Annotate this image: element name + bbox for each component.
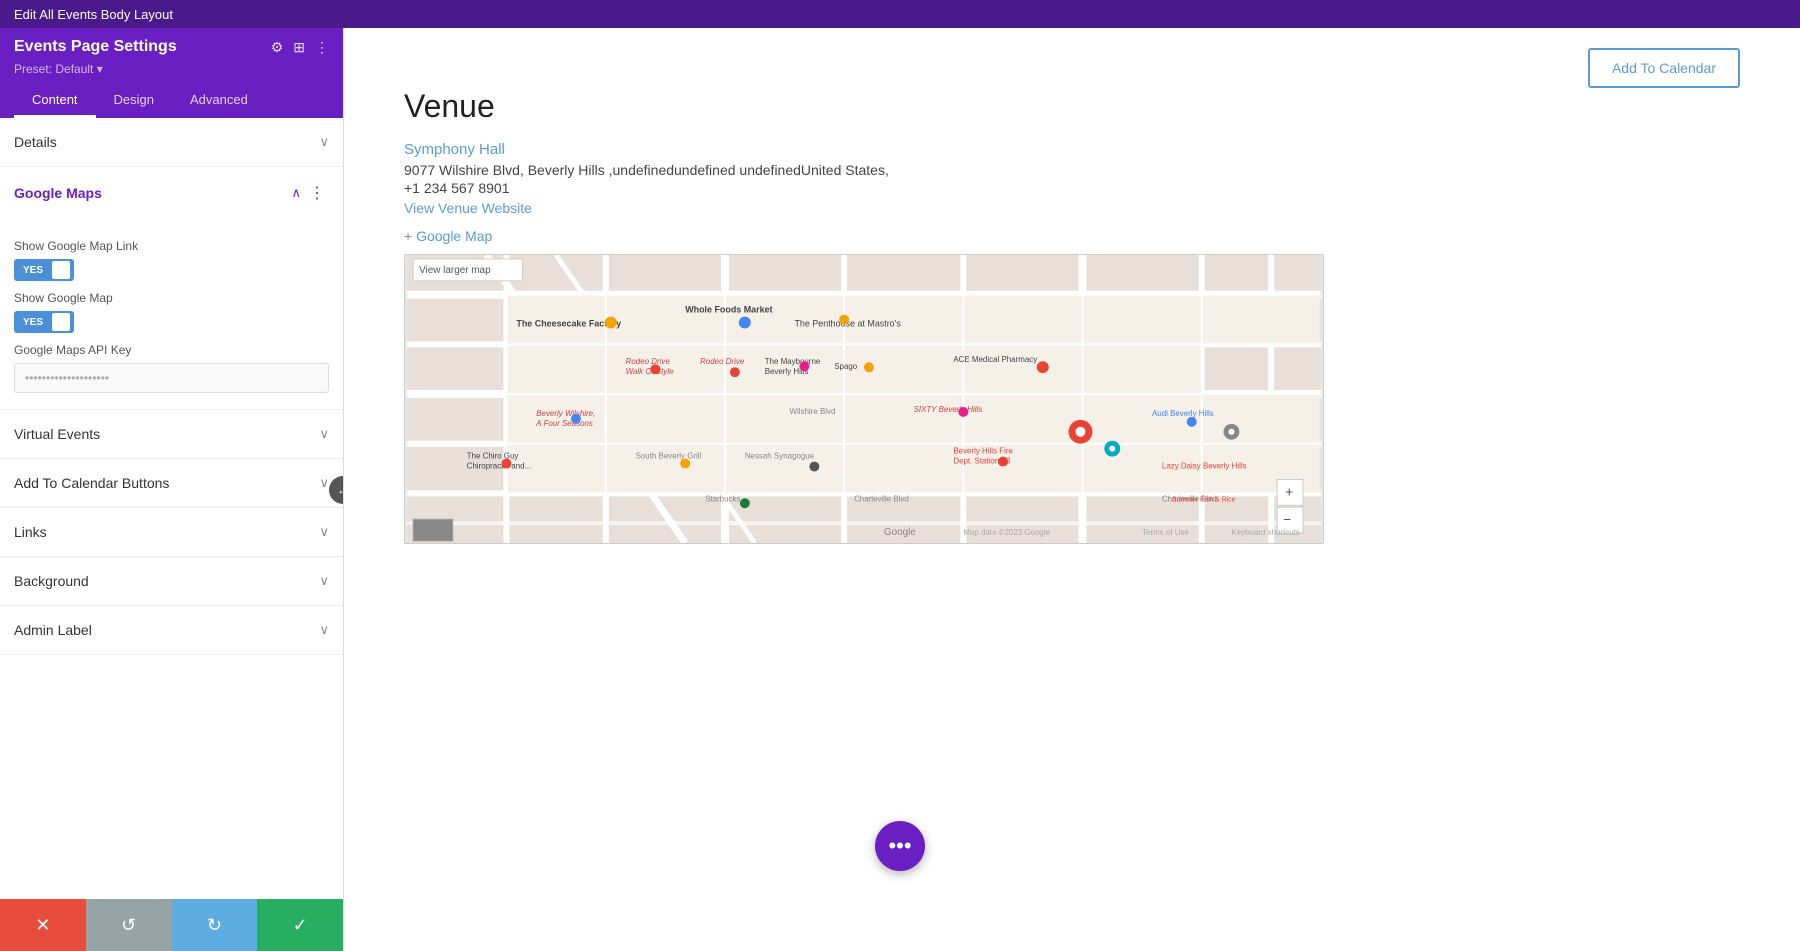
show-map-link-toggle-knob [52, 261, 70, 279]
sidebar-title: Events Page Settings [14, 38, 177, 56]
show-map-label: Show Google Map [14, 291, 329, 305]
main-content: Add To Calendar Venue Symphony Hall 9077… [344, 28, 1800, 951]
svg-text:Rodeo Drive: Rodeo Drive [626, 357, 671, 366]
sidebar-bottom-bar: ✕ ↺ ↻ ✓ [0, 899, 343, 951]
svg-text:+: + [1285, 483, 1293, 499]
show-map-toggle-knob [52, 313, 70, 331]
svg-text:Keyboard shortcuts: Keyboard shortcuts [1231, 528, 1299, 537]
svg-text:ACE Medical Pharmacy: ACE Medical Pharmacy [953, 355, 1037, 364]
venue-section-title: Venue [404, 88, 1740, 125]
google-maps-more-icon[interactable]: ⋮ [309, 183, 325, 203]
svg-text:Map data ©2023 Google: Map data ©2023 Google [963, 528, 1050, 537]
show-map-toggle[interactable]: YES [14, 311, 74, 333]
venue-section: Venue Symphony Hall 9077 Wilshire Blvd, … [404, 28, 1740, 544]
google-map-link[interactable]: + Google Map [404, 228, 1740, 244]
venue-website-link[interactable]: View Venue Website [404, 200, 1740, 216]
show-map-toggle-row: YES [14, 311, 329, 333]
svg-text:Wilshire Blvd: Wilshire Blvd [790, 407, 836, 416]
section-details[interactable]: Details ∨ [0, 118, 343, 167]
tab-design[interactable]: Design [96, 84, 172, 118]
google-map: View larger map The Cheesecake Factory W… [404, 254, 1324, 544]
svg-text:A Four Seasons: A Four Seasons [535, 419, 593, 428]
tab-content[interactable]: Content [14, 84, 96, 118]
section-admin-label[interactable]: Admin Label ∨ [0, 606, 343, 655]
svg-text:Lazy Daisy Beverly Hills: Lazy Daisy Beverly Hills [1162, 462, 1247, 471]
section-virtual-events-label: Virtual Events [14, 426, 100, 442]
svg-text:The Chiro Guy: The Chiro Guy [467, 452, 519, 461]
svg-text:Google: Google [884, 527, 916, 538]
google-maps-content: Show Google Map Link YES Show Google Map… [0, 219, 343, 410]
cancel-button[interactable]: ✕ [0, 899, 86, 951]
svg-text:Audi Beverly Hills: Audi Beverly Hills [1152, 409, 1214, 418]
svg-text:Rodeo Drive: Rodeo Drive [700, 357, 745, 366]
svg-text:South Beverly Grill: South Beverly Grill [636, 452, 702, 461]
show-map-link-toggle-yes: YES [18, 262, 48, 279]
svg-text:Whole Foods Market: Whole Foods Market [685, 305, 772, 315]
section-add-to-calendar-label: Add To Calendar Buttons [14, 475, 169, 491]
svg-text:The Maybourne: The Maybourne [765, 357, 821, 366]
chevron-virtual-events-icon: ∨ [319, 426, 329, 442]
svg-text:Starbucks: Starbucks [705, 494, 740, 503]
venue-name-link[interactable]: Symphony Hall [404, 141, 1740, 158]
venue-phone: +1 234 567 8901 [404, 180, 1740, 196]
section-google-maps-header[interactable]: Google Maps ∧ ⋮ [0, 167, 343, 219]
top-bar-title: Edit All Events Body Layout [14, 7, 173, 22]
section-add-to-calendar[interactable]: Add To Calendar Buttons ∨ [0, 459, 343, 508]
settings-icon[interactable]: ⚙ [271, 39, 284, 56]
sidebar-preset[interactable]: Preset: Default ▾ [14, 62, 329, 76]
svg-text:SIXTY Beverly Hills: SIXTY Beverly Hills [914, 405, 983, 414]
show-map-link-toggle[interactable]: YES [14, 259, 74, 281]
chevron-add-to-calendar-icon: ∨ [319, 475, 329, 491]
section-virtual-events[interactable]: Virtual Events ∨ [0, 410, 343, 459]
svg-text:View larger map: View larger map [419, 265, 491, 276]
more-icon[interactable]: ⋮ [315, 39, 329, 56]
sidebar-header: Events Page Settings ⚙ ⊞ ⋮ Preset: Defau… [0, 28, 343, 118]
section-background-label: Background [14, 573, 89, 589]
section-links[interactable]: Links ∨ [0, 508, 343, 557]
fab-button[interactable]: ••• [875, 821, 925, 871]
redo-button[interactable]: ↻ [172, 899, 258, 951]
sidebar-body: Details ∨ Google Maps ∧ ⋮ Show Google Ma… [0, 118, 343, 899]
top-bar: Edit All Events Body Layout [0, 0, 1800, 28]
sidebar-tabs: Content Design Advanced [14, 84, 329, 118]
svg-text:Spago: Spago [834, 362, 858, 371]
venue-address: 9077 Wilshire Blvd, Beverly Hills ,undef… [404, 162, 1740, 178]
map-svg: View larger map The Cheesecake Factory W… [405, 255, 1323, 543]
chevron-links-icon: ∨ [319, 524, 329, 540]
undo-button[interactable]: ↺ [86, 899, 172, 951]
show-map-link-toggle-row: YES [14, 259, 329, 281]
chevron-background-icon: ∨ [319, 573, 329, 589]
tab-advanced[interactable]: Advanced [172, 84, 266, 118]
layout-icon[interactable]: ⊞ [293, 39, 305, 56]
sidebar: Events Page Settings ⚙ ⊞ ⋮ Preset: Defau… [0, 28, 344, 951]
section-admin-label-label: Admin Label [14, 622, 92, 638]
api-key-label: Google Maps API Key [14, 343, 329, 357]
section-details-label: Details [14, 134, 57, 150]
svg-text:Walk Of Style: Walk Of Style [626, 367, 675, 376]
save-button[interactable]: ✓ [257, 899, 343, 951]
section-background[interactable]: Background ∨ [0, 557, 343, 606]
show-map-toggle-yes: YES [18, 314, 48, 331]
svg-text:Beverly Wilshire,: Beverly Wilshire, [536, 409, 595, 418]
section-links-label: Links [14, 524, 47, 540]
chevron-admin-label-icon: ∨ [319, 622, 329, 638]
chevron-details-icon: ∨ [319, 134, 329, 150]
show-map-link-label: Show Google Map Link [14, 239, 329, 253]
svg-text:Chiropractic and...: Chiropractic and... [467, 462, 531, 471]
api-key-input[interactable] [14, 363, 329, 393]
chevron-google-maps-icon: ∧ [291, 185, 301, 201]
svg-text:Charleville Blvd: Charleville Blvd [854, 494, 909, 503]
fab-icon: ••• [888, 833, 911, 859]
section-google-maps-label: Google Maps [14, 185, 102, 201]
add-to-calendar-button[interactable]: Add To Calendar [1588, 48, 1740, 88]
svg-text:Terms of Use: Terms of Use [1142, 528, 1189, 537]
svg-text:Beverly Hills Fire: Beverly Hills Fire [953, 447, 1013, 456]
svg-text:Summer Fish & Rice: Summer Fish & Rice [1172, 496, 1236, 503]
svg-text:Nessah Synagogue: Nessah Synagogue [745, 452, 815, 461]
svg-text:−: − [1283, 511, 1291, 527]
